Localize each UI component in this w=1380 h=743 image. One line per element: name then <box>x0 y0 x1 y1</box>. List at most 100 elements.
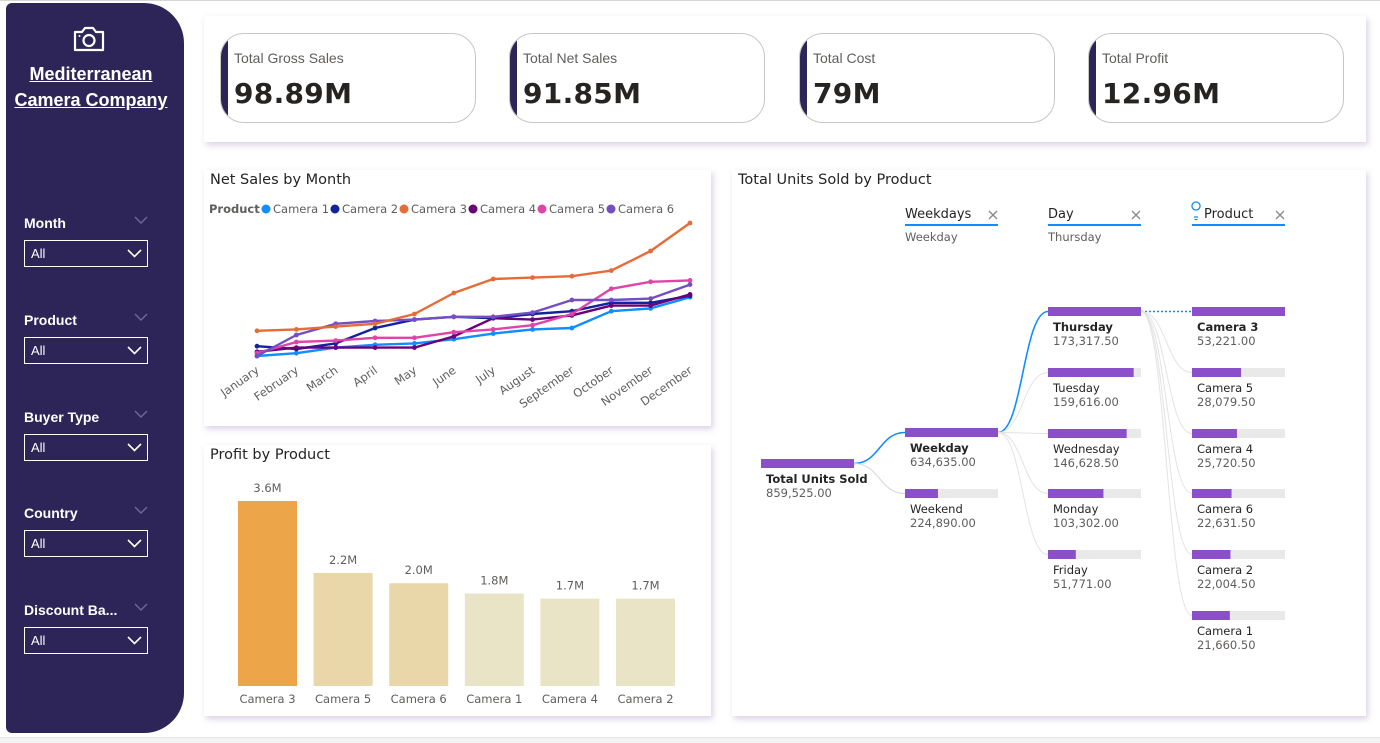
data-point[interactable] <box>372 321 378 327</box>
collapse-chevron-icon[interactable] <box>134 505 148 515</box>
data-point[interactable] <box>490 327 496 332</box>
data-point[interactable] <box>293 327 299 332</box>
data-point[interactable] <box>530 317 535 322</box>
total-units-sold-by-product-visual[interactable]: Total Units Sold by Product Weekdays Week… <box>732 170 1366 716</box>
tree-node[interactable]: Camera 353,221.00 <box>1192 307 1285 348</box>
data-point[interactable] <box>293 350 299 356</box>
tree-node[interactable]: Camera 121,660.50 <box>1192 611 1285 652</box>
data-point[interactable] <box>451 334 457 339</box>
data-point[interactable] <box>648 279 654 285</box>
level-header[interactable]: Product <box>1191 201 1285 226</box>
data-point[interactable] <box>412 311 417 317</box>
month-dropdown[interactable]: All <box>24 240 148 267</box>
net-sales-by-month-visual[interactable]: Net Sales by Month Product Camera 1 Camera… <box>204 170 711 426</box>
data-point[interactable] <box>451 314 457 320</box>
data-point[interactable] <box>451 290 457 296</box>
data-point[interactable] <box>293 345 299 350</box>
legend-item[interactable]: Camera 2 <box>330 202 399 216</box>
data-point[interactable] <box>687 282 693 287</box>
tree-node[interactable]: Monday103,302.00 <box>1048 489 1141 530</box>
level-header[interactable]: Weekdays Weekday <box>905 207 998 244</box>
data-point[interactable] <box>372 345 378 350</box>
legend-item[interactable]: Camera 6 <box>606 202 675 216</box>
data-point[interactable] <box>490 276 496 282</box>
tree-node[interactable]: Weekday634,635.00 <box>905 428 998 469</box>
data-point[interactable] <box>608 303 614 308</box>
tree-node[interactable]: Weekend224,890.00 <box>905 489 998 530</box>
tree-node[interactable]: Tuesday159,616.00 <box>1048 368 1141 409</box>
line-chart-legend[interactable]: Product Camera 1 Camera 2 Camera 3 Camera 4 C… <box>209 202 674 216</box>
data-point[interactable] <box>372 325 378 331</box>
data-point[interactable] <box>687 292 693 297</box>
data-point[interactable] <box>687 278 693 283</box>
data-point[interactable] <box>254 343 260 349</box>
data-point[interactable] <box>293 339 299 345</box>
country-dropdown[interactable]: All <box>24 530 148 557</box>
data-point[interactable] <box>648 303 654 308</box>
close-icon[interactable] <box>1275 210 1285 220</box>
legend-item[interactable]: Camera 5 <box>537 202 606 216</box>
bar[interactable] <box>464 593 524 687</box>
discount-band-dropdown[interactable]: All <box>24 627 148 654</box>
buyer-type-dropdown[interactable]: All <box>24 434 148 461</box>
data-point[interactable] <box>293 332 299 338</box>
data-point[interactable] <box>569 297 575 303</box>
month-dropdown-value: All <box>31 246 46 261</box>
data-point[interactable] <box>569 311 575 317</box>
data-point[interactable] <box>490 331 496 336</box>
legend-item[interactable]: Camera 1 <box>261 202 330 216</box>
data-point[interactable] <box>412 335 417 341</box>
tree-node[interactable]: Friday51,771.00 <box>1048 550 1141 591</box>
data-point[interactable] <box>372 335 378 341</box>
data-point[interactable] <box>412 341 417 346</box>
tree-node[interactable]: Camera 425,720.50 <box>1192 429 1285 470</box>
tree-node[interactable]: Total Units Sold859,525.00 <box>761 459 868 500</box>
tree-node[interactable]: Camera 528,079.50 <box>1192 368 1285 409</box>
data-point[interactable] <box>608 297 614 303</box>
collapse-chevron-icon[interactable] <box>134 215 148 225</box>
level-header[interactable]: Day Thursday <box>1047 207 1141 244</box>
product-dropdown[interactable]: All <box>24 337 148 364</box>
data-point[interactable] <box>412 345 417 350</box>
kpi-accent-bar <box>800 34 807 122</box>
data-point[interactable] <box>569 273 575 279</box>
profit-by-product-visual[interactable]: Profit by Product 3.6M Camera 3 2.2M Camera… <box>204 445 711 716</box>
bar[interactable] <box>238 501 297 686</box>
data-point[interactable] <box>254 353 260 359</box>
data-point[interactable] <box>687 220 693 226</box>
data-point[interactable] <box>333 324 339 329</box>
data-point[interactable] <box>333 338 339 343</box>
close-icon[interactable] <box>1131 210 1141 220</box>
tree-node[interactable]: Camera 222,004.50 <box>1192 550 1285 591</box>
data-point[interactable] <box>333 345 339 350</box>
data-point[interactable] <box>608 308 614 314</box>
data-point[interactable] <box>608 268 614 273</box>
data-point[interactable] <box>530 327 535 332</box>
close-icon[interactable] <box>988 210 998 220</box>
legend-item[interactable]: Camera 3 <box>399 202 468 216</box>
tree-node[interactable]: Thursday173,317.50 <box>1048 307 1141 348</box>
data-point[interactable] <box>648 296 654 301</box>
data-point[interactable] <box>254 328 260 334</box>
legend-item[interactable]: Camera 4 <box>468 202 537 216</box>
data-point[interactable] <box>490 314 496 320</box>
data-point[interactable] <box>530 322 535 328</box>
data-point[interactable] <box>451 329 457 335</box>
collapse-chevron-icon[interactable] <box>134 602 148 612</box>
tree-node[interactable]: Camera 622,631.50 <box>1192 489 1285 530</box>
data-point[interactable] <box>608 286 614 292</box>
bar[interactable] <box>540 598 600 686</box>
data-point[interactable] <box>569 325 575 331</box>
series-line[interactable] <box>256 222 691 332</box>
tree-node[interactable]: Wednesday146,628.50 <box>1048 429 1141 470</box>
data-point[interactable] <box>648 248 654 254</box>
data-point[interactable] <box>412 317 417 322</box>
bar[interactable] <box>313 572 373 686</box>
collapse-chevron-icon[interactable] <box>134 312 148 322</box>
data-point[interactable] <box>530 310 535 315</box>
node-bar <box>761 459 854 468</box>
bar[interactable] <box>616 598 675 686</box>
bar[interactable] <box>389 583 449 686</box>
collapse-chevron-icon[interactable] <box>134 409 148 419</box>
data-point[interactable] <box>530 275 535 280</box>
